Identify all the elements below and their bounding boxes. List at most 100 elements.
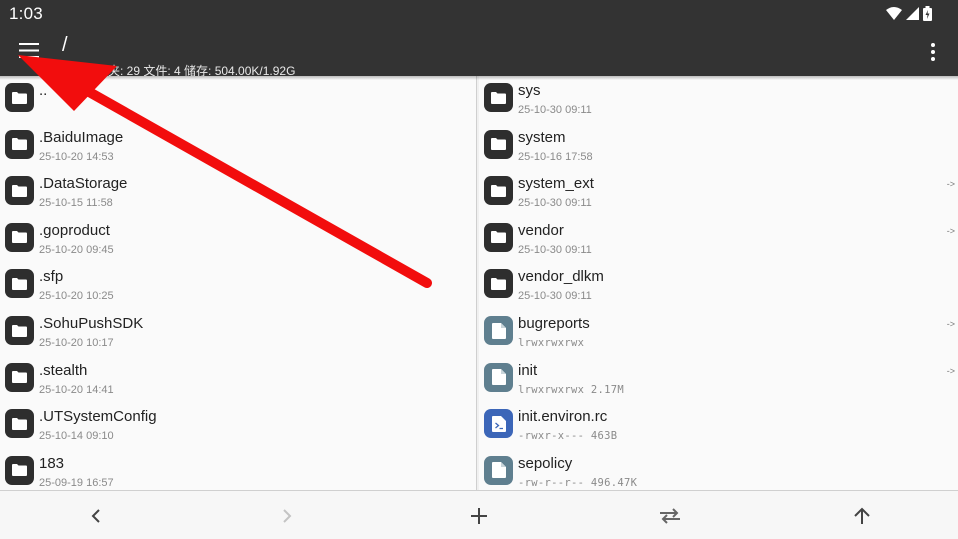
file-name: bugreports [518, 315, 590, 332]
file-meta: 25-10-30 09:11 [518, 197, 592, 210]
file-meta: lrwxrwxrwx 2.17M [518, 383, 624, 396]
symlink-indicator: -> [946, 319, 955, 329]
file-name: system [518, 128, 566, 146]
folder-icon [5, 269, 34, 299]
folder-icon [484, 83, 513, 112]
file-name: init [518, 361, 538, 379]
file-row[interactable]: 183 25-09-19 16:57 [0, 449, 476, 490]
file-row[interactable]: .SohuPushSDK 25-10-20 10:17 [0, 309, 476, 356]
file-icon [484, 316, 513, 345]
symlink-indicator: -> [946, 179, 955, 190]
folder-icon [5, 455, 34, 485]
file-name: .UTSystemConfig [39, 408, 157, 426]
back-icon [91, 509, 100, 523]
status-time: 1:03 [9, 4, 43, 23]
up-button[interactable] [849, 503, 875, 529]
right-file-pane[interactable]: sys 25-10-30 09:11 system 25-10-16 17:58 sys… [479, 76, 958, 490]
folder-icon [5, 409, 34, 439]
file-row[interactable]: .DataStorage 25-10-15 11:58 [0, 169, 476, 216]
folder-icon [484, 129, 513, 159]
hamburger-menu-icon [19, 42, 39, 58]
file-name: .. [39, 82, 48, 99]
script-file-icon [484, 409, 513, 439]
more-vert-dot [931, 50, 935, 54]
file-name: 183 [39, 454, 65, 472]
folder-icon [484, 269, 513, 299]
file-name: vendor_dlkm [518, 268, 604, 286]
file-row[interactable]: vendor 25-10-30 09:11 -> [479, 216, 958, 263]
app-bar: / 文件夹: 29 文件: 4 储存: 504.00K/1.92G [0, 28, 958, 78]
file-name: .DataStorage [39, 175, 128, 193]
swap-button[interactable] [657, 503, 683, 529]
file-row[interactable]: .goproduct 25-10-20 09:45 [0, 216, 476, 263]
folder-icon [484, 176, 513, 206]
symlink-indicator: -> [946, 225, 955, 236]
file-name: .SohuPushSDK [39, 315, 144, 332]
file-row[interactable]: vendor_dlkm 25-10-30 09:11 [479, 262, 958, 309]
file-meta: 25-10-20 14:41 [39, 383, 114, 396]
file-row[interactable]: sys 25-10-30 09:11 [479, 76, 958, 123]
menu-button[interactable] [12, 36, 46, 64]
overflow-menu-button[interactable] [924, 38, 942, 66]
file-meta: lrwxrwxrwx [518, 337, 585, 349]
symlink-indicator: -> [946, 365, 955, 376]
left-file-pane[interactable]: .. .BaiduImage 25-10-20 14:53 .DataStorage 2… [0, 76, 477, 490]
file-name: .stealth [39, 361, 88, 379]
folder-icon [5, 316, 34, 345]
file-icon [484, 455, 513, 485]
file-icon [484, 362, 513, 392]
file-meta: -rwxr-x--- 463B [518, 430, 618, 443]
file-row[interactable]: .sfp 25-10-20 10:25 [0, 262, 476, 309]
add-icon [471, 508, 487, 524]
file-row[interactable]: .UTSystemConfig 25-10-14 09:10 [0, 402, 476, 449]
status-icons [886, 6, 932, 21]
file-meta: 25-10-20 14:53 [39, 150, 114, 163]
more-vert-dot [931, 57, 935, 61]
file-meta: 25-10-14 09:10 [39, 430, 114, 443]
file-row[interactable]: init.environ.rc -rwxr-x--- 463B [479, 402, 958, 449]
forward-icon [283, 509, 292, 523]
file-name: system_ext [518, 175, 594, 193]
file-meta: 25-10-30 09:11 [518, 290, 592, 303]
file-row[interactable]: init lrwxrwxrwx 2.17M -> [479, 356, 958, 403]
folder-icon [5, 176, 34, 206]
file-meta: 25-10-20 10:25 [39, 290, 114, 303]
file-meta: 25-10-20 09:45 [39, 243, 114, 256]
file-row[interactable]: bugreports lrwxrwxrwx -> [479, 309, 958, 356]
back-button[interactable] [83, 503, 109, 529]
folder-icon [484, 222, 513, 252]
folder-icon [5, 362, 34, 392]
file-row[interactable]: system_ext 25-10-30 09:11 -> [479, 169, 958, 216]
current-path: / [62, 34, 68, 56]
file-row[interactable]: sepolicy -rw-r--r-- 496.47K [479, 449, 958, 490]
signal-icon [906, 7, 919, 20]
file-meta: 25-10-30 09:11 [518, 243, 592, 256]
file-meta: 25-10-30 09:11 [518, 104, 592, 116]
more-vert-icon [931, 43, 935, 47]
folder-icon [5, 83, 34, 112]
forward-button[interactable] [274, 503, 300, 529]
folder-icon [5, 222, 34, 252]
bottom-toolbar [0, 490, 958, 539]
file-row[interactable]: system 25-10-16 17:58 [479, 123, 958, 170]
file-name: .sfp [39, 268, 64, 286]
file-row[interactable]: .stealth 25-10-20 14:41 [0, 356, 476, 403]
battery-icon [923, 6, 932, 21]
wifi-icon [886, 7, 902, 20]
status-bar: 1:03 [0, 0, 958, 28]
file-row[interactable]: .. [0, 76, 476, 123]
file-name: .BaiduImage [39, 128, 124, 146]
file-meta: -rw-r--r-- 496.47K [518, 476, 638, 489]
up-icon [854, 507, 870, 524]
file-meta: 25-09-19 16:57 [39, 476, 114, 489]
file-name: sys [518, 82, 541, 99]
file-name: vendor [518, 221, 564, 239]
file-row[interactable]: .BaiduImage 25-10-20 14:53 [0, 123, 476, 170]
add-button[interactable] [466, 503, 492, 529]
file-meta: 25-10-15 11:58 [39, 197, 113, 210]
file-meta: 25-10-16 17:58 [518, 150, 593, 163]
file-meta: 25-10-20 10:17 [39, 337, 114, 349]
folder-icon [5, 129, 34, 159]
file-name: sepolicy [518, 454, 573, 472]
file-name: .goproduct [39, 221, 110, 239]
